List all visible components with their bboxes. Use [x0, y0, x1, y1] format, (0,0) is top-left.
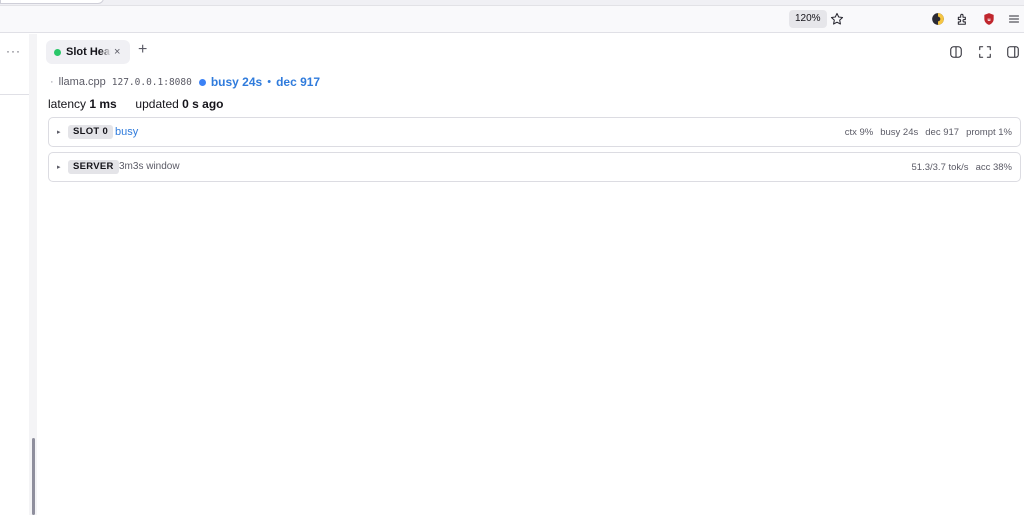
- server-card[interactable]: ▸ SERVER 3m3s window 51.3/3.7 tok/s acc …: [48, 152, 1021, 182]
- zoom-level-button[interactable]: 120%: [789, 10, 827, 28]
- browser-toolbar: 120% u: [0, 6, 1024, 33]
- url-field-edge[interactable]: [0, 0, 104, 4]
- latency-label: latency: [48, 97, 87, 111]
- slot-prompt: prompt 1%: [966, 127, 1012, 138]
- status-separator: ·: [50, 76, 54, 88]
- extensions-puzzle-icon[interactable]: [954, 10, 972, 28]
- server-acceptance: acc 38%: [975, 162, 1012, 173]
- activity-dot-icon: [198, 78, 206, 86]
- bookmark-star-icon[interactable]: [828, 10, 846, 28]
- server-throughput: 51.3/3.7 tok/s: [911, 162, 969, 173]
- split-view-icon[interactable]: [948, 44, 964, 60]
- ublock-shield-icon[interactable]: u: [980, 10, 998, 28]
- server-tag: SERVER: [68, 160, 119, 174]
- latency-value: 1 ms: [89, 97, 117, 111]
- main-panel: Slot Health × + · llama.cpp 127.0.0.1:80…: [38, 34, 1024, 515]
- server-window: 3m3s window: [119, 161, 180, 172]
- new-tab-button[interactable]: +: [138, 42, 147, 58]
- server-status-line: · llama.cpp 127.0.0.1:8080 busy 24s • de…: [50, 75, 320, 89]
- slot-tag: SLOT 0: [68, 125, 114, 139]
- sidebar-more-button[interactable]: ···: [6, 44, 21, 58]
- slot-state: busy: [115, 126, 139, 138]
- busy-duration: busy 24s: [210, 75, 263, 89]
- sidebar: ···: [0, 34, 37, 515]
- expand-caret-icon[interactable]: ▸: [57, 163, 61, 171]
- slot-stats: ctx 9% busy 24s dec 917 prompt 1%: [845, 126, 1012, 140]
- app-menu-icon[interactable]: [1005, 10, 1023, 28]
- server-name: llama.cpp: [58, 76, 106, 88]
- sidebar-toggle-icon[interactable]: [1005, 44, 1021, 60]
- slot-busy: busy 24s: [880, 127, 919, 138]
- server-stats: 51.3/3.7 tok/s acc 38%: [912, 161, 1012, 175]
- dark-mode-extension-icon[interactable]: [929, 10, 947, 28]
- updated-value: 0 s ago: [182, 97, 224, 111]
- slot-0-card[interactable]: ▸ SLOT 0 busy ctx 9% busy 24s dec 917 pr…: [48, 117, 1021, 147]
- svg-text:u: u: [987, 18, 990, 23]
- server-address: 127.0.0.1:8080: [111, 76, 192, 88]
- decode-count: dec 917: [276, 75, 321, 89]
- status-dot-icon: [54, 48, 61, 56]
- tab-slot-health[interactable]: Slot Health ×: [46, 40, 130, 64]
- tab-strip: Slot Health × +: [38, 34, 1024, 70]
- tab-close-button[interactable]: ×: [114, 46, 120, 58]
- middle-dot: •: [267, 76, 272, 88]
- expand-caret-icon[interactable]: ▸: [57, 128, 61, 136]
- fullscreen-icon[interactable]: [977, 44, 993, 60]
- slot-dec: dec 917: [925, 127, 960, 138]
- updated-label: updated: [135, 97, 179, 111]
- slot-ctx: ctx 9%: [844, 127, 874, 138]
- latency-line: latency 1 ms updated 0 s ago: [48, 97, 224, 111]
- tab-title: Slot Health: [66, 46, 111, 58]
- scrollbar-thumb[interactable]: [32, 438, 35, 515]
